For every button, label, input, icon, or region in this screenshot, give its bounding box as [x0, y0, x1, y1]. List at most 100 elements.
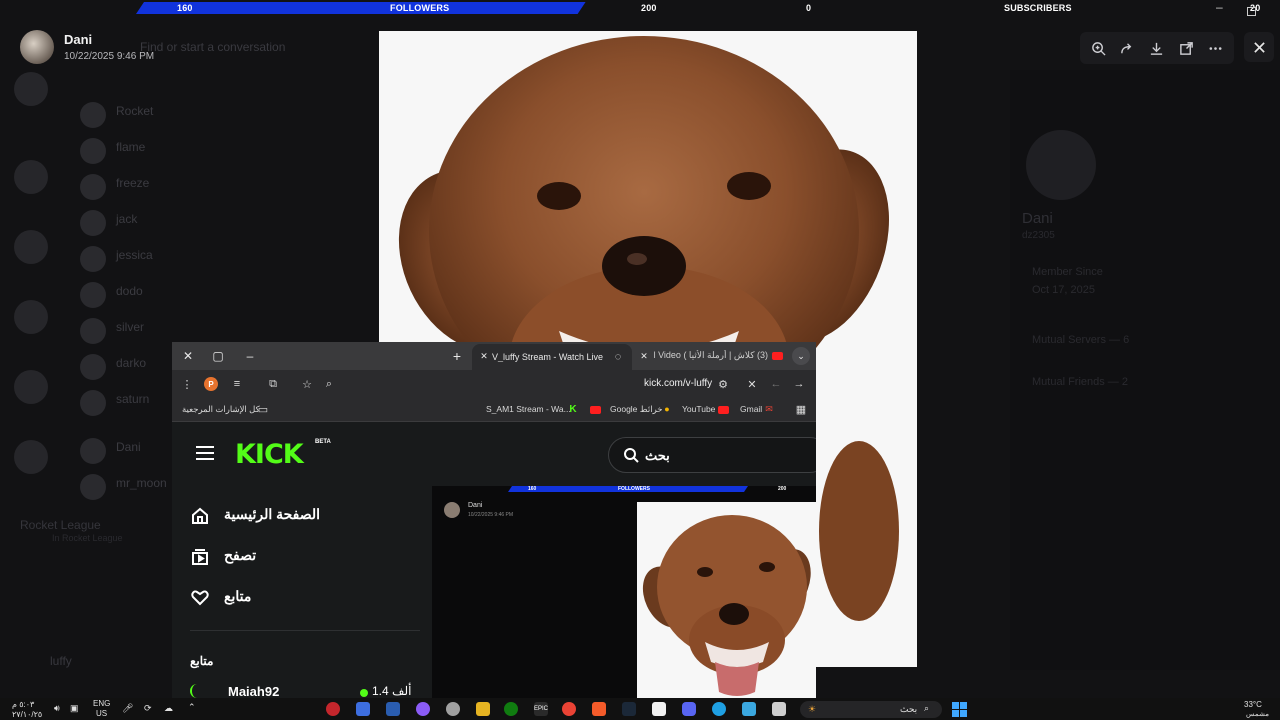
bookmark-youtube[interactable]: YouTube	[682, 404, 715, 414]
kick-header: KICK BETA بحث	[172, 422, 816, 486]
app-icon[interactable]	[326, 702, 340, 716]
home-icon	[192, 507, 208, 524]
zoom-in-icon[interactable]	[1086, 35, 1112, 61]
stream-player[interactable]: 160 FOLLOWERS 200 Dani 10/22/2025 9:46 P…	[432, 486, 816, 700]
search-highlight-icon: ☀	[808, 704, 817, 714]
bookmark-star-icon[interactable]: ☆	[300, 377, 314, 391]
menu-dots-icon[interactable]: ⋮	[180, 377, 194, 391]
address-bar[interactable]: kick.com/v-luffy	[644, 378, 712, 389]
microphone-icon[interactable]: 🎤︎	[122, 703, 133, 714]
zoom-icon[interactable]: ⌕	[322, 377, 336, 391]
refresh-icon[interactable]: ⟳	[144, 703, 152, 714]
app-icon[interactable]	[772, 702, 786, 716]
channel-avatar[interactable]	[190, 684, 204, 698]
channel-name[interactable]: Maiah92	[228, 684, 279, 699]
more-icon[interactable]	[1202, 35, 1228, 61]
epic-games-icon[interactable]: EPIC	[534, 702, 548, 716]
display-icon[interactable]: ▣	[70, 703, 79, 714]
kick-sidebar: الصفحة الرئيسية تصفح متابع متابع Maiah92…	[172, 486, 432, 700]
browser-window: ✕ ▢ – + ✕ V_luffy Stream - Watch Live on…	[172, 342, 816, 700]
weather-temp: 33°C	[1244, 700, 1262, 709]
document-icon[interactable]	[652, 702, 666, 716]
file-explorer-icon[interactable]	[476, 702, 490, 716]
minimize-icon[interactable]: –	[1216, 0, 1223, 14]
all-bookmarks[interactable]: كل الإشارات المرجعية	[182, 404, 260, 415]
extensions-icon[interactable]: ⧉	[266, 377, 280, 391]
member-since-label: Member Since	[1032, 266, 1103, 278]
maximize-icon[interactable]	[1247, 7, 1256, 16]
apps-grid-icon[interactable]: ▦	[794, 402, 808, 416]
beta-badge: BETA	[315, 439, 331, 445]
app-icon[interactable]	[592, 702, 606, 716]
avatar[interactable]	[20, 30, 54, 64]
tab-kick-stream[interactable]: ✕ V_luffy Stream - Watch Live on ◌	[472, 344, 632, 370]
browse-icon	[192, 549, 208, 565]
input-language[interactable]: ENG	[93, 699, 110, 708]
mutual-servers[interactable]: Mutual Servers — 6	[1032, 334, 1129, 346]
tab-youtube-title[interactable]: (3) كلاش | أرملة الأثيا ) Official Video	[654, 350, 768, 361]
forward-nav-icon[interactable]: →	[792, 377, 806, 391]
tab-search-icon[interactable]: ⌄	[792, 347, 810, 365]
download-icon[interactable]	[1144, 35, 1170, 61]
nav-following-label: متابع	[224, 588, 252, 604]
nav-browse-label: تصفح	[224, 547, 257, 563]
followers-label: FOLLOWERS	[390, 3, 450, 13]
volume-icon[interactable]: 🔊︎	[54, 703, 60, 714]
windows-start-icon[interactable]	[952, 702, 967, 717]
chevron-up-icon[interactable]: ⌃	[188, 702, 196, 713]
xbox-icon[interactable]	[504, 702, 518, 716]
author-name[interactable]: Dani	[64, 32, 92, 47]
media-controls-icon[interactable]: ≡	[230, 377, 244, 391]
kick-logo[interactable]: KICK	[235, 439, 304, 470]
tab-close-icon[interactable]: ✕	[636, 348, 652, 364]
embedded-author-name: Dani	[468, 502, 483, 509]
folder-icon: ▭	[257, 403, 269, 416]
open-external-icon[interactable]	[1173, 35, 1199, 61]
discord-icon[interactable]	[682, 702, 696, 716]
site-settings-icon[interactable]: ⚙	[716, 377, 730, 391]
following-section-title: متابع	[190, 654, 214, 668]
steam-icon[interactable]	[622, 702, 636, 716]
new-tab-icon[interactable]: +	[449, 348, 465, 364]
dm-item: jessica	[80, 244, 290, 274]
server-icon	[14, 370, 48, 404]
gmail-icon: ✉	[765, 403, 773, 414]
kick-search-input[interactable]: بحث	[608, 437, 816, 473]
viewer-count: 1.4 ألف	[372, 684, 412, 698]
app-icon[interactable]	[742, 702, 756, 716]
conversation-search-hint: Find or start a conversation	[140, 40, 286, 54]
back-icon[interactable]: ←	[769, 377, 783, 391]
bookmark-gmail[interactable]: Gmail	[740, 404, 762, 414]
youtube-icon[interactable]	[590, 406, 601, 414]
defender-app-icon[interactable]	[386, 702, 400, 716]
tab-close-icon[interactable]: ✕	[476, 348, 492, 364]
tab-title: V_luffy Stream - Watch Live on	[492, 352, 604, 362]
embedded-author-timestamp: 10/22/2025 9:46 PM	[468, 512, 514, 518]
close-icon[interactable]	[1244, 32, 1274, 62]
search-icon	[624, 448, 639, 463]
restore-window-icon[interactable]: ▢	[210, 348, 226, 364]
bookmark-maps[interactable]: Google خرائط	[610, 404, 663, 415]
browser-titlebar: ✕ ▢ – + ✕ V_luffy Stream - Watch Live on…	[172, 342, 816, 370]
chrome-icon[interactable]	[562, 702, 576, 716]
minimize-window-icon[interactable]: –	[242, 348, 258, 364]
hamburger-menu-icon[interactable]	[196, 446, 214, 460]
profile-icon[interactable]: P	[204, 377, 218, 391]
activity-title: Rocket League	[20, 518, 101, 532]
input-region[interactable]: US	[96, 709, 107, 718]
dm-item: flame	[80, 136, 290, 166]
cloud-icon[interactable]: ☁	[164, 703, 173, 714]
current-user-name: luffy	[50, 654, 72, 668]
settings-app-icon[interactable]	[356, 702, 370, 716]
divider	[190, 630, 420, 631]
app-icon[interactable]	[416, 702, 430, 716]
taskbar-search[interactable]: ☀ بحث ⌕	[800, 701, 942, 718]
edge-icon[interactable]	[712, 702, 726, 716]
mutual-friends[interactable]: Mutual Friends — 2	[1032, 376, 1128, 388]
app-icon[interactable]	[446, 702, 460, 716]
close-window-icon[interactable]: ✕	[180, 348, 196, 364]
embedded-dog-image	[637, 502, 816, 700]
forward-icon[interactable]	[1115, 35, 1141, 61]
bookmark-kick[interactable]: S_AM1 Stream - Wa...	[486, 404, 571, 414]
stop-loading-icon[interactable]: ✕	[745, 377, 759, 391]
